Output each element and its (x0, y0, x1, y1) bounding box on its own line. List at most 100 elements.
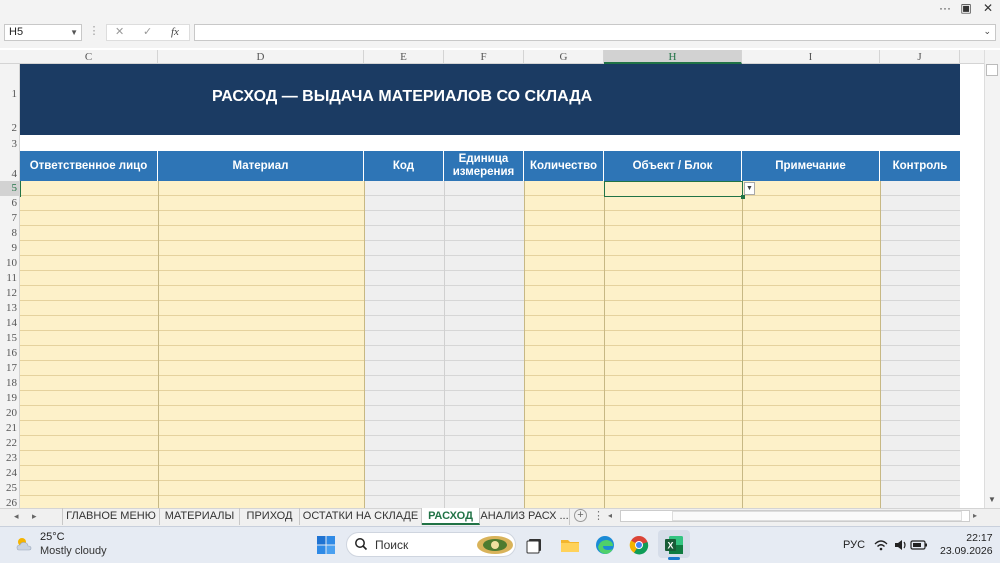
header-code[interactable]: Код (364, 151, 444, 181)
tab-income[interactable]: ПРИХОД (240, 508, 300, 525)
expand-formula-icon[interactable]: ⌄ (983, 26, 991, 37)
row-header-18[interactable]: 18 (0, 376, 19, 391)
row-header-12[interactable]: 12 (0, 286, 19, 301)
column-divider (444, 181, 445, 508)
row-header-10[interactable]: 10 (0, 256, 19, 271)
row-header-20[interactable]: 20 (0, 406, 19, 421)
validation-dropdown-icon[interactable]: ▼ (744, 182, 755, 195)
column-d-cells[interactable] (158, 181, 364, 508)
tab-splitter-icon[interactable]: ⋮ (593, 508, 604, 525)
row-header-9[interactable]: 9 (0, 241, 19, 256)
tab-scroll-right-icon[interactable]: ▸ (32, 508, 37, 525)
row-header-6[interactable]: 6 (0, 196, 19, 211)
chevron-down-icon[interactable]: ▼ (70, 25, 78, 40)
excel-icon[interactable]: X (663, 534, 685, 556)
column-divider (742, 181, 743, 508)
row-header-7[interactable]: 7 (0, 211, 19, 226)
tab-scroll-left-icon[interactable]: ◂ (14, 508, 19, 525)
column-header-e[interactable]: E (364, 50, 444, 64)
column-header-d[interactable]: D (158, 50, 364, 64)
header-control[interactable]: Контроль (880, 151, 960, 181)
horizontal-scroll-thumb[interactable] (672, 511, 962, 521)
column-j-cells[interactable] (880, 181, 960, 508)
system-tray-icons[interactable] (873, 537, 929, 553)
column-c-cells[interactable] (20, 181, 158, 508)
column-g-cells[interactable] (524, 181, 604, 508)
input-language[interactable]: РУС (843, 539, 865, 551)
column-f-cells[interactable] (444, 181, 524, 508)
row-header-24[interactable]: 24 (0, 466, 19, 481)
tab-expense-analysis[interactable]: АНАЛИЗ РАСХ ... (480, 508, 570, 525)
header-object-block[interactable]: Объект / Блок (604, 151, 742, 181)
tab-stock-balance[interactable]: ОСТАТКИ НА СКЛАДЕ (300, 508, 422, 525)
header-material[interactable]: Материал (158, 151, 364, 181)
row-header-22[interactable]: 22 (0, 436, 19, 451)
column-e-cells[interactable] (364, 181, 444, 508)
vertical-scroll-thumb[interactable] (986, 64, 998, 76)
hscroll-left-icon[interactable]: ◂ (608, 510, 612, 522)
selected-cell-h5[interactable] (604, 181, 743, 197)
row-header-8[interactable]: 8 (0, 226, 19, 241)
row-header-17[interactable]: 17 (0, 361, 19, 376)
search-icon (355, 538, 368, 551)
vertical-scrollbar[interactable] (984, 50, 1000, 508)
chrome-icon[interactable] (628, 534, 650, 556)
clock-date: 23.09.2026 (940, 545, 993, 557)
column-divider (158, 181, 159, 508)
formula-buttons: ✕ ✓ fx (106, 24, 190, 41)
header-quantity[interactable]: Количество (524, 151, 604, 181)
temperature: 25°C (40, 531, 65, 543)
column-i-cells[interactable] (742, 181, 880, 508)
row-header-4[interactable]: 4 (0, 167, 19, 182)
task-view-icon[interactable] (524, 534, 546, 556)
hscroll-right-icon[interactable]: ▸ (973, 510, 977, 522)
header-note[interactable]: Примечание (742, 151, 880, 181)
row-header-13[interactable]: 13 (0, 301, 19, 316)
row-header-23[interactable]: 23 (0, 451, 19, 466)
close-window-icon[interactable]: ✕ (977, 0, 999, 17)
add-sheet-icon[interactable]: + (574, 509, 587, 522)
tab-main-menu[interactable]: ГЛАВНОЕ МЕНЮ (62, 508, 160, 525)
row-header-14[interactable]: 14 (0, 316, 19, 331)
system-clock[interactable]: 22:17 23.09.2026 (940, 532, 993, 558)
fill-handle[interactable] (741, 195, 745, 199)
row-header-19[interactable]: 19 (0, 391, 19, 406)
tab-materials[interactable]: МАТЕРИАЛЫ (160, 508, 240, 525)
column-header-c[interactable]: C (20, 50, 158, 64)
cancel-entry-icon[interactable]: ✕ (115, 25, 124, 40)
file-explorer-icon[interactable] (559, 534, 581, 556)
row-header-3[interactable]: 3 (0, 137, 19, 152)
row-header-21[interactable]: 21 (0, 421, 19, 436)
scroll-down-icon[interactable]: ▼ (986, 494, 998, 506)
column-header-j[interactable]: J (880, 50, 960, 64)
row-header-25[interactable]: 25 (0, 481, 19, 496)
name-box-value: H5 (9, 26, 24, 38)
row-5-left-marker (20, 181, 21, 197)
more-options-icon[interactable]: ··· (934, 0, 956, 17)
name-box[interactable]: H5 ▼ (4, 24, 82, 41)
svg-text:X: X (667, 541, 673, 551)
active-app-indicator (668, 557, 680, 560)
confirm-entry-icon[interactable]: ✓ (143, 25, 152, 40)
tab-expense[interactable]: РАСХОД (422, 508, 480, 525)
column-h-cells[interactable] (604, 181, 742, 508)
formula-input[interactable]: ⌄ (194, 24, 996, 41)
column-header-i[interactable]: I (742, 50, 880, 64)
column-header-f[interactable]: F (444, 50, 524, 64)
column-header-g[interactable]: G (524, 50, 604, 64)
windows-start-icon[interactable] (316, 535, 336, 555)
row-header-11[interactable]: 11 (0, 271, 19, 286)
row-header-1[interactable]: 1 (0, 87, 19, 102)
row-header-15[interactable]: 15 (0, 331, 19, 346)
partly-cloudy-icon[interactable] (14, 535, 34, 553)
row-header-16[interactable]: 16 (0, 346, 19, 361)
restore-window-icon[interactable]: ▣ (955, 0, 977, 17)
formula-bar-grip-icon[interactable]: ⋮ (88, 24, 100, 41)
header-responsible-person[interactable]: Ответственное лицо (20, 151, 158, 181)
row-header-2[interactable]: 2 (0, 121, 19, 136)
edge-icon[interactable] (594, 534, 616, 556)
row-header-5[interactable]: 5 (0, 181, 19, 196)
insert-function-button[interactable]: fx (171, 25, 179, 40)
header-unit[interactable]: Единица измерения (444, 151, 524, 181)
column-header-h[interactable]: H (604, 50, 742, 64)
